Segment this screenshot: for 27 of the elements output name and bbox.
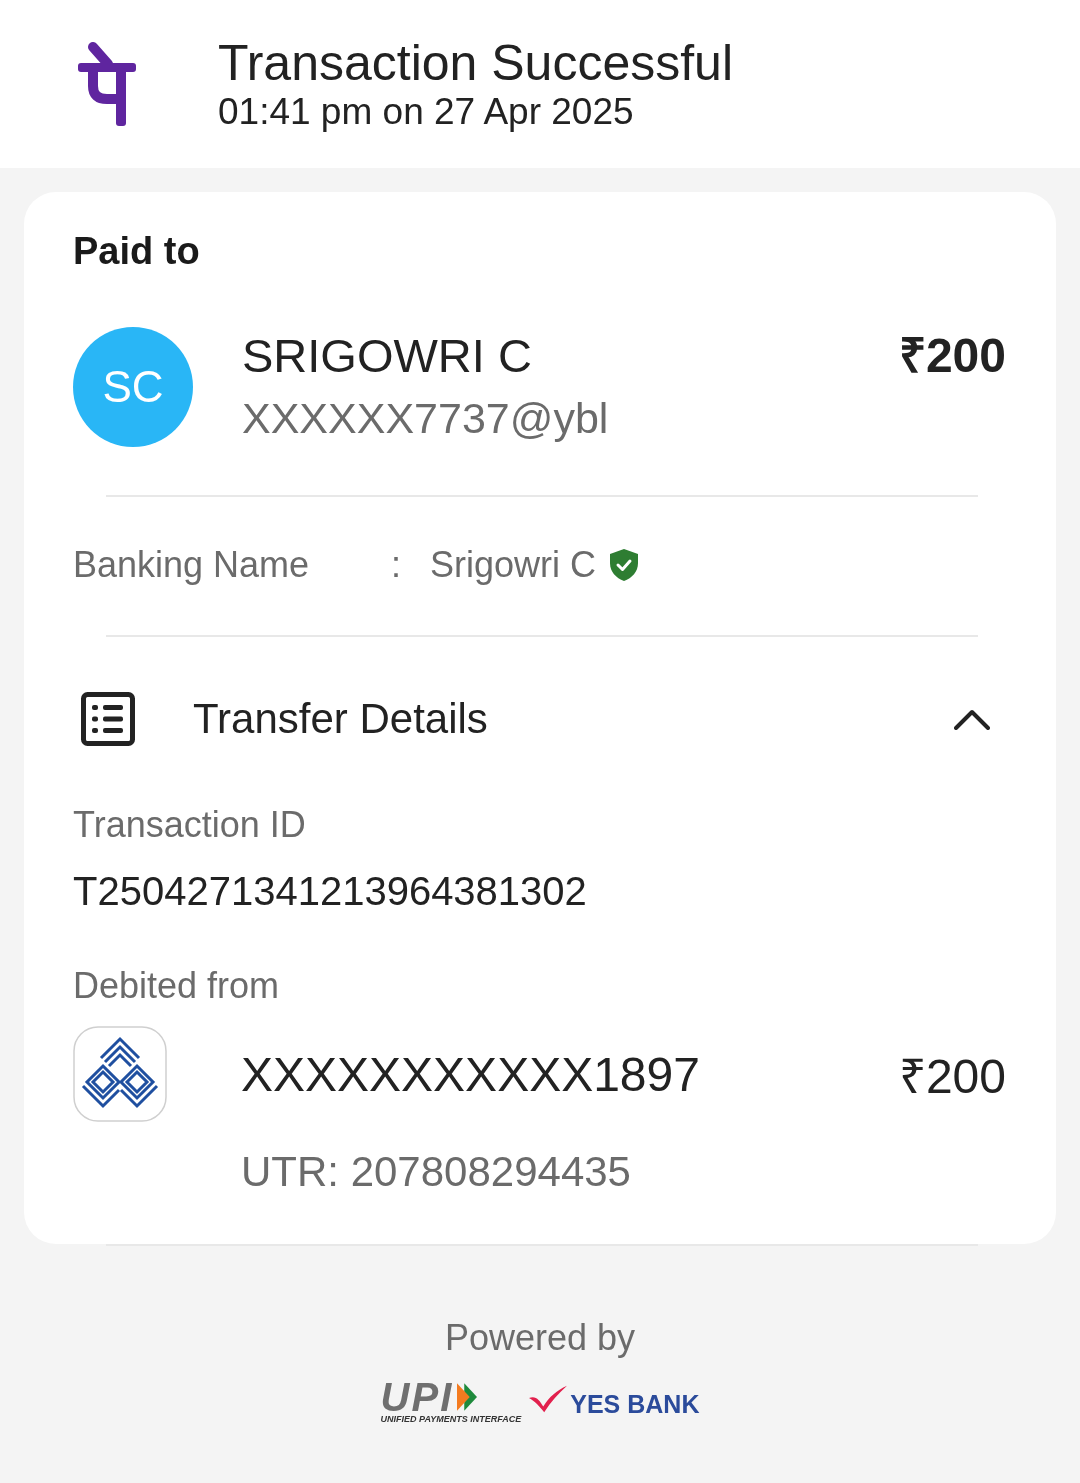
upi-tagline: UNIFIED PAYMENTS INTERFACE [380, 1413, 522, 1425]
field-label: Debited from [73, 964, 281, 1008]
app-logo-icon [78, 42, 136, 126]
bank-wordmark: YES BANK [570, 1389, 700, 1419]
banking-name: Srigowri C [430, 544, 597, 586]
section-title: Transfer Details [193, 695, 489, 743]
powered-by-label: Powered by [443, 1316, 637, 1360]
chevron-up-icon[interactable] [954, 708, 990, 730]
transaction-id: T2504271341213964381302 [73, 868, 588, 915]
status-title: Transaction Successful [218, 35, 734, 91]
field-label: Banking Name [73, 544, 311, 586]
list-icon [81, 692, 135, 746]
section-heading: Paid to [73, 229, 201, 274]
utr-number: UTR: 207808294435 [241, 1148, 632, 1196]
amount: ₹200 [898, 328, 1006, 384]
separator: : [391, 544, 402, 586]
account-number: XXXXXXXXXXX1897 [241, 1046, 701, 1102]
amount: ₹200 [898, 1048, 1006, 1105]
upi-id: XXXXXX7737@ybl [242, 393, 610, 443]
field-label: Transaction ID [73, 803, 307, 847]
arrow-icon [457, 1382, 478, 1411]
bank-logo-icon [73, 1026, 167, 1122]
payee-name: SRIGOWRI C [242, 328, 533, 384]
timestamp: 01:41 pm on 27 Apr 2025 [218, 91, 635, 133]
upi-wordmark: UPI [380, 1379, 454, 1414]
check-mark-icon [529, 1385, 568, 1413]
avatar: SC [73, 327, 193, 447]
